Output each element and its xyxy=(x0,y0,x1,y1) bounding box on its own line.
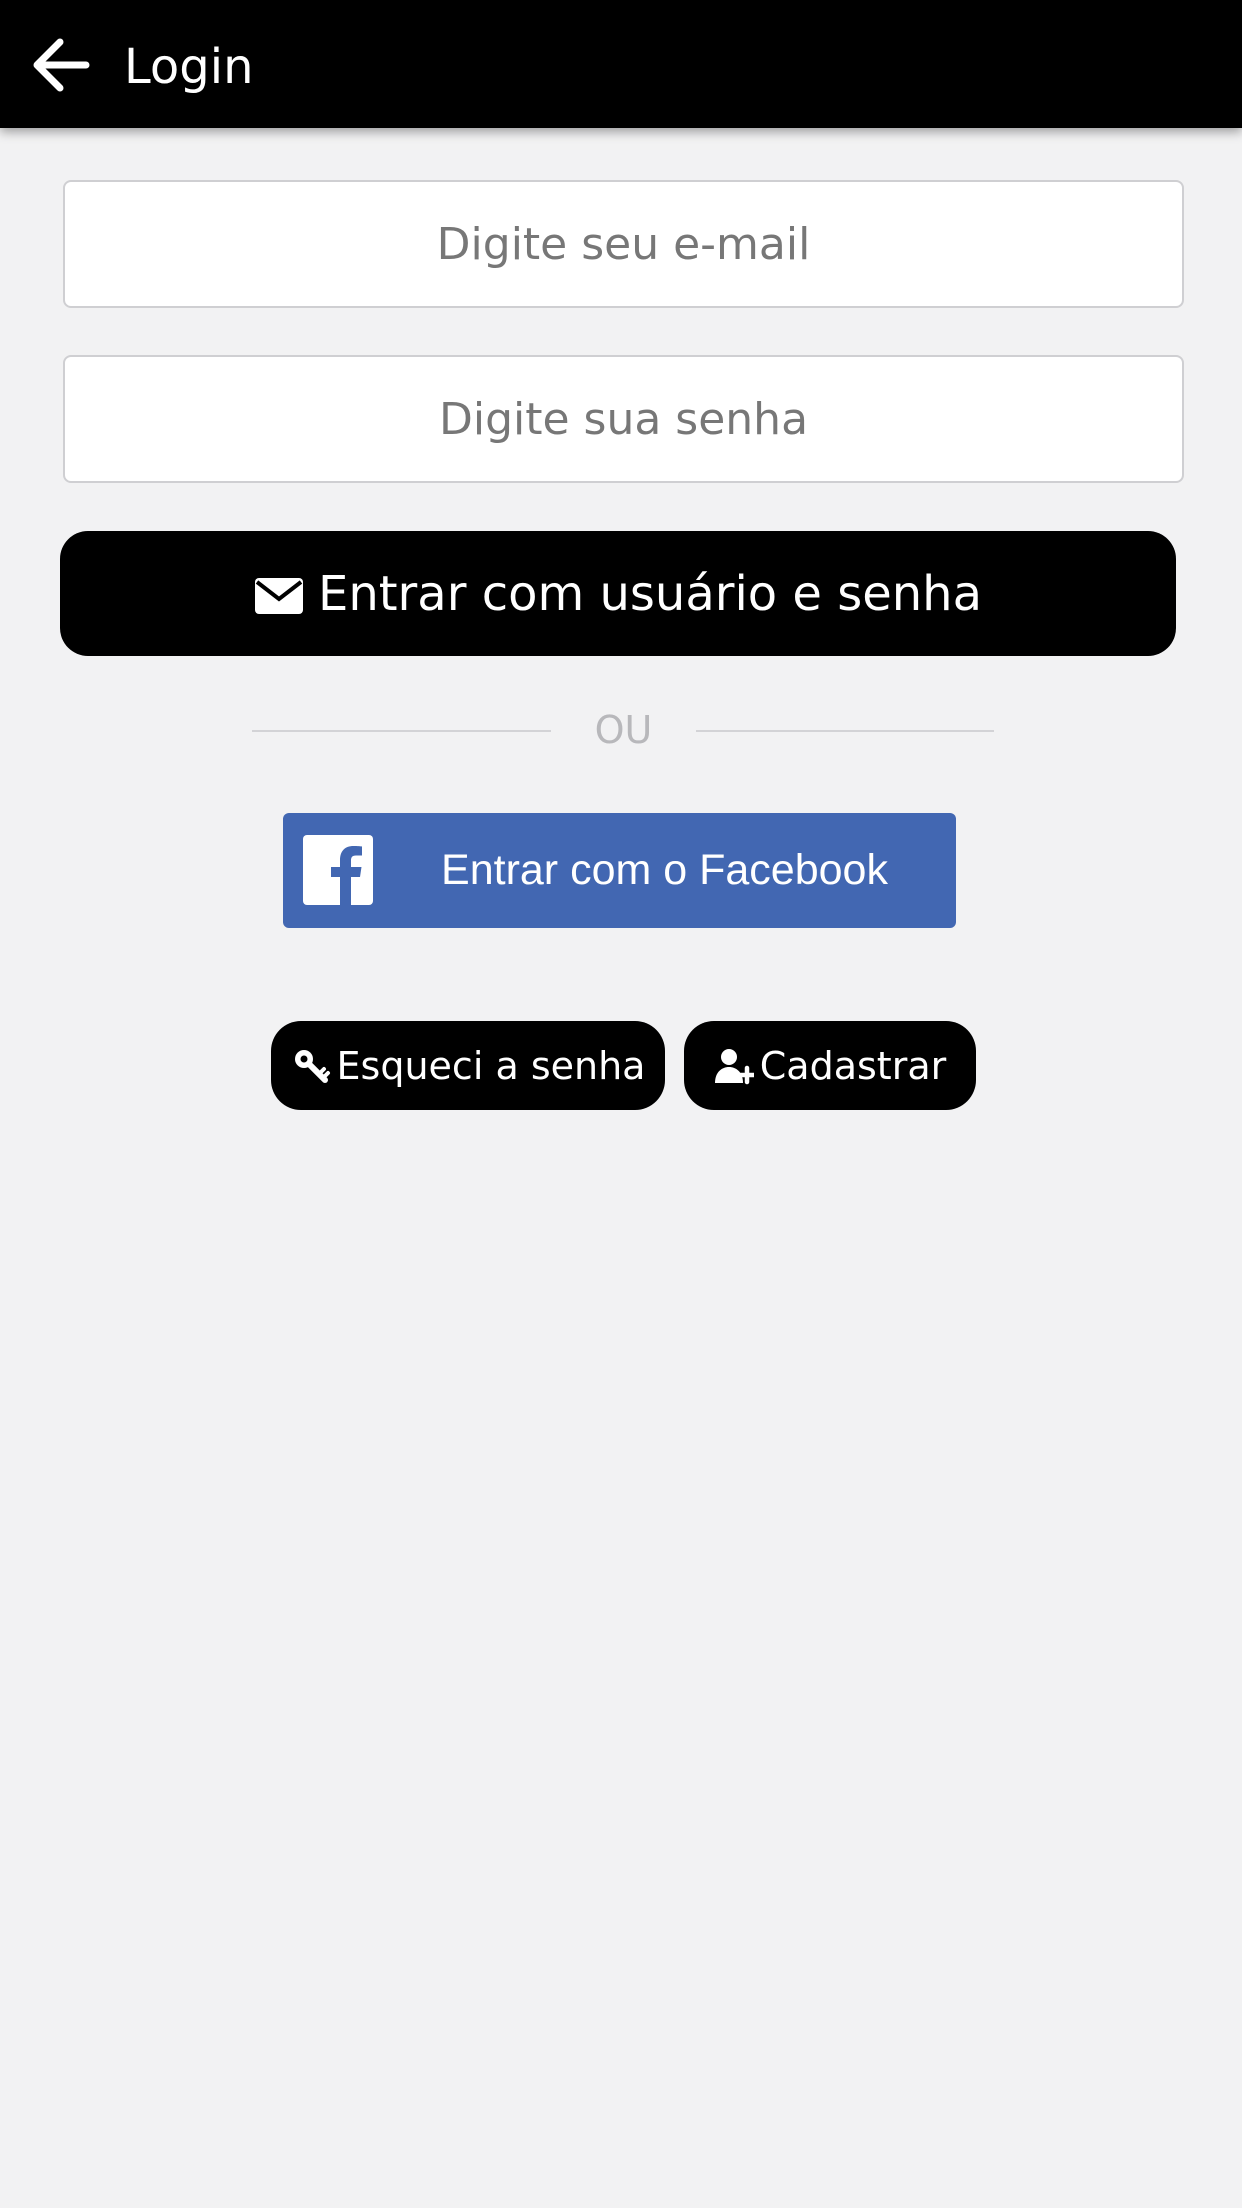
page-title: Login xyxy=(124,39,254,95)
signup-label: Cadastrar xyxy=(759,1043,947,1088)
login-button-label: Entrar com usuário e senha xyxy=(317,565,983,622)
facebook-icon xyxy=(303,835,373,905)
email-field[interactable] xyxy=(63,180,1184,308)
key-icon xyxy=(294,1049,330,1083)
facebook-login-label: Entrar com o Facebook xyxy=(441,846,888,894)
login-button[interactable]: Entrar com usuário e senha xyxy=(60,531,1176,656)
forgot-password-button[interactable]: Esqueci a senha xyxy=(271,1021,665,1110)
divider-line-left xyxy=(252,730,551,732)
forgot-password-label: Esqueci a senha xyxy=(336,1043,646,1088)
app-header: Login xyxy=(0,0,1242,128)
back-button[interactable] xyxy=(26,30,96,100)
user-plus-icon xyxy=(714,1048,754,1084)
password-field[interactable] xyxy=(63,355,1184,483)
envelope-icon xyxy=(254,577,303,614)
divider-line-right xyxy=(696,730,994,732)
signup-button[interactable]: Cadastrar xyxy=(684,1021,976,1110)
divider-text: OU xyxy=(594,708,653,752)
or-divider: OU xyxy=(252,705,994,755)
arrow-left-icon xyxy=(33,38,90,92)
facebook-login-button[interactable]: Entrar com o Facebook xyxy=(283,813,956,928)
